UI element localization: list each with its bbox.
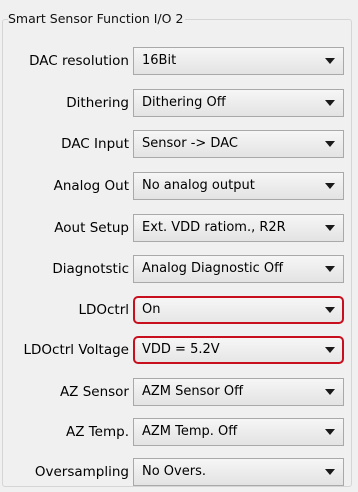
ldoctrl-voltage-value: VDD = 5.2V bbox=[142, 342, 220, 357]
ldoctrl-value: On bbox=[142, 302, 161, 317]
az-temp-value: AZM Temp. Off bbox=[142, 424, 238, 439]
az-sensor-dropdown[interactable]: AZM Sensor Off bbox=[133, 378, 344, 406]
chevron-down-icon bbox=[325, 141, 335, 147]
ldoctrl-label: LDOctrl bbox=[78, 302, 129, 318]
dac-input-label: DAC Input bbox=[61, 136, 129, 152]
row-az-sensor: AZ Sensor AZM Sensor Off bbox=[0, 378, 358, 406]
row-analog-out: Analog Out No analog output bbox=[0, 172, 358, 200]
chevron-down-icon bbox=[325, 347, 335, 353]
row-dithering: Dithering Dithering Off bbox=[0, 89, 358, 117]
chevron-down-icon bbox=[325, 307, 335, 313]
analog-out-dropdown[interactable]: No analog output bbox=[133, 172, 344, 200]
group-title: Smart Sensor Function I/O 2 bbox=[8, 11, 186, 27]
chevron-down-icon bbox=[325, 429, 335, 435]
analog-out-label: Analog Out bbox=[53, 178, 129, 194]
diagnostic-value: Analog Diagnostic Off bbox=[142, 261, 284, 276]
dithering-dropdown[interactable]: Dithering Off bbox=[133, 89, 344, 117]
ldoctrl-voltage-dropdown[interactable]: VDD = 5.2V bbox=[133, 336, 344, 364]
row-dac-resolution: DAC resolution 16Bit bbox=[0, 47, 358, 75]
chevron-down-icon bbox=[325, 225, 335, 231]
chevron-down-icon bbox=[325, 100, 335, 106]
row-ldoctrl: LDOctrl On bbox=[0, 296, 358, 324]
row-az-temp: AZ Temp. AZM Temp. Off bbox=[0, 418, 358, 446]
oversampling-label: Oversampling bbox=[34, 464, 129, 480]
oversampling-value: No Overs. bbox=[142, 464, 206, 479]
dithering-value: Dithering Off bbox=[142, 95, 226, 110]
chevron-down-icon bbox=[325, 469, 335, 475]
row-diagnostic: Diagnotstic Analog Diagnostic Off bbox=[0, 255, 358, 283]
chevron-down-icon bbox=[325, 389, 335, 395]
row-oversampling: Oversampling No Overs. bbox=[0, 458, 358, 486]
chevron-down-icon bbox=[325, 266, 335, 272]
az-sensor-value: AZM Sensor Off bbox=[142, 384, 244, 399]
row-dac-input: DAC Input Sensor -> DAC bbox=[0, 130, 358, 158]
az-temp-label: AZ Temp. bbox=[65, 424, 129, 440]
az-sensor-label: AZ Sensor bbox=[59, 384, 129, 400]
ldoctrl-dropdown[interactable]: On bbox=[133, 296, 344, 324]
dac-resolution-value: 16Bit bbox=[142, 53, 177, 68]
az-temp-dropdown[interactable]: AZM Temp. Off bbox=[133, 418, 344, 446]
dithering-label: Dithering bbox=[66, 95, 129, 111]
oversampling-dropdown[interactable]: No Overs. bbox=[133, 458, 344, 486]
chevron-down-icon bbox=[325, 183, 335, 189]
aout-setup-value: Ext. VDD ratiom., R2R bbox=[142, 220, 286, 235]
ldoctrl-voltage-label: LDOctrl Voltage bbox=[23, 342, 130, 358]
diagnostic-dropdown[interactable]: Analog Diagnostic Off bbox=[133, 255, 344, 283]
aout-setup-dropdown[interactable]: Ext. VDD ratiom., R2R bbox=[133, 214, 344, 242]
dac-resolution-label: DAC resolution bbox=[29, 53, 129, 69]
row-aout-setup: Aout Setup Ext. VDD ratiom., R2R bbox=[0, 214, 358, 242]
dac-resolution-dropdown[interactable]: 16Bit bbox=[133, 47, 344, 75]
chevron-down-icon bbox=[325, 58, 335, 64]
dac-input-value: Sensor -> DAC bbox=[142, 136, 238, 151]
analog-out-value: No analog output bbox=[142, 178, 255, 193]
dac-input-dropdown[interactable]: Sensor -> DAC bbox=[133, 130, 344, 158]
diagnostic-label: Diagnotstic bbox=[52, 261, 129, 277]
aout-setup-label: Aout Setup bbox=[54, 220, 129, 236]
row-ldoctrl-voltage: LDOctrl Voltage VDD = 5.2V bbox=[0, 336, 358, 364]
